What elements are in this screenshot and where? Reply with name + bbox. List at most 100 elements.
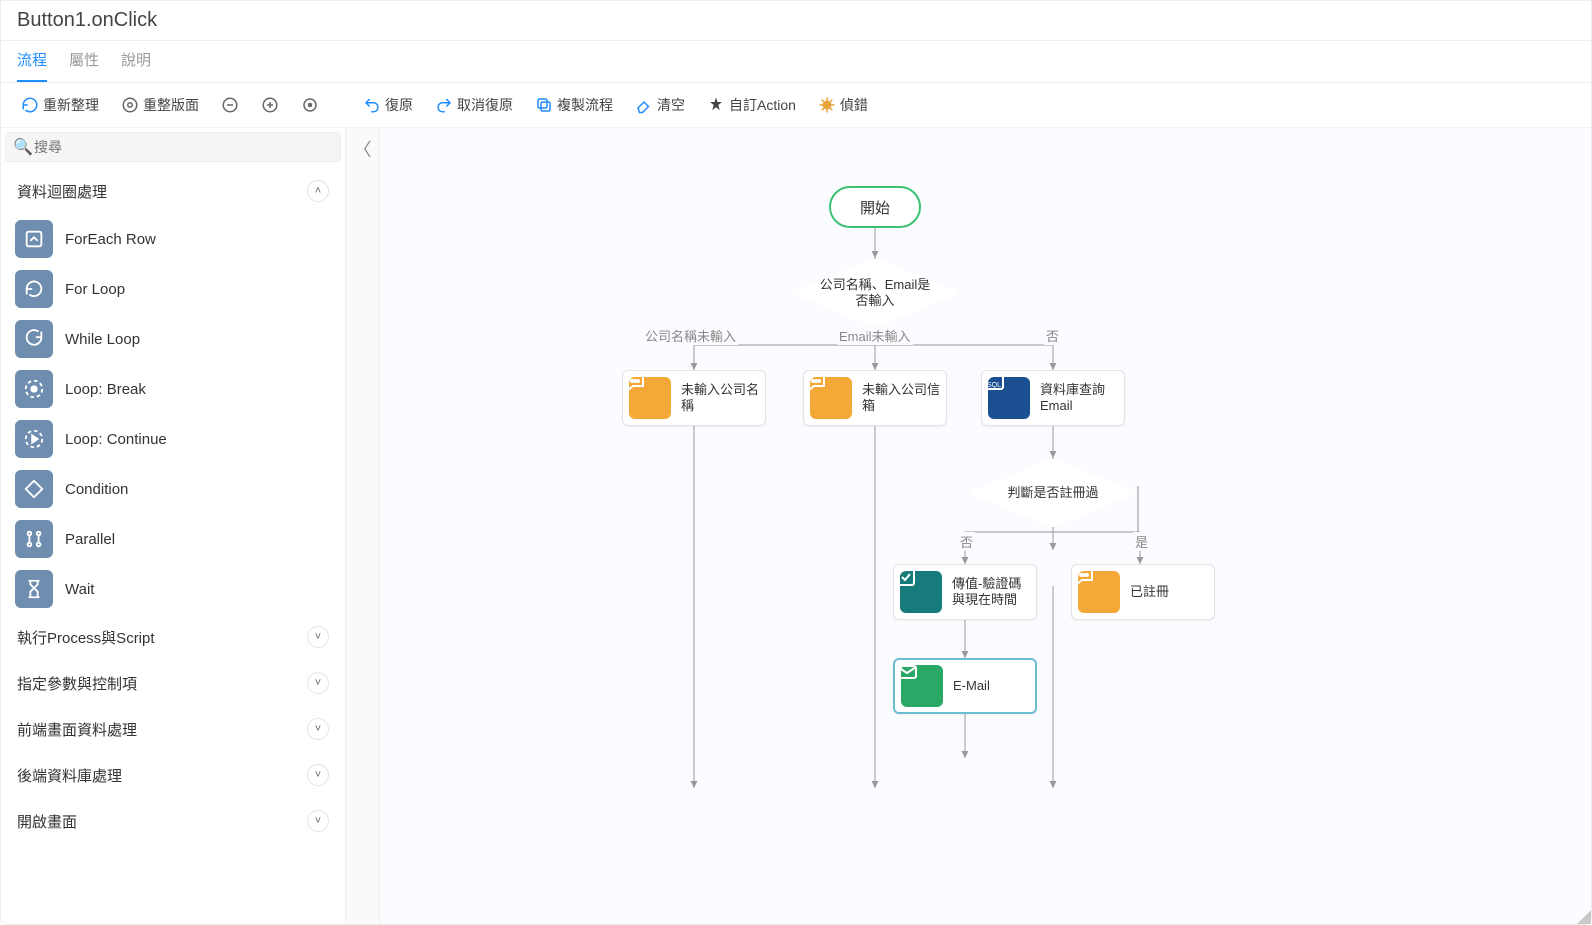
while-icon: [15, 320, 53, 358]
refresh-icon: [21, 96, 39, 114]
toolbar-custom[interactable]: 自訂Action: [701, 93, 802, 117]
tabs-bar: 流程 屬性 說明: [1, 41, 1591, 83]
palette-label: For Loop: [65, 281, 125, 298]
svg-text:SQL: SQL: [987, 382, 1001, 389]
cat-process[interactable]: 執行Process與Script ˅: [11, 614, 335, 660]
flow-email[interactable]: E-Mail: [893, 658, 1037, 714]
toolbar-layout[interactable]: 重整版面: [115, 93, 205, 117]
tab-flow[interactable]: 流程: [17, 49, 47, 82]
toolbar-undo[interactable]: 復原: [357, 93, 419, 117]
cat-loops[interactable]: 資料迴圈處理 ˄: [11, 168, 335, 214]
chevron-down-icon: ˅: [307, 764, 329, 786]
email-icon: [901, 665, 943, 707]
toolbar-debug-label: 偵錯: [840, 95, 868, 115]
condition-icon: [15, 470, 53, 508]
toolbar-refresh-label: 重新整理: [43, 95, 99, 115]
toolbar-redo[interactable]: 取消復原: [429, 93, 519, 117]
palette-label: Loop: Break: [65, 381, 146, 398]
layout-icon: [121, 96, 139, 114]
edge-label: 否: [958, 532, 975, 551]
palette-condition[interactable]: Condition: [11, 464, 335, 514]
palette-forloop[interactable]: For Loop: [11, 264, 335, 314]
palette-search: 🔍: [1, 128, 345, 166]
undo-icon: [363, 96, 381, 114]
toolbar-zoomin[interactable]: [255, 94, 285, 116]
palette-break[interactable]: Loop: Break: [11, 364, 335, 414]
message-icon: [629, 377, 671, 419]
palette-label: Parallel: [65, 531, 115, 548]
flow-db-query[interactable]: SQL 資料庫查詢Email: [981, 370, 1125, 426]
cat-label: 前端畫面資料處理: [17, 719, 137, 740]
palette-label: Wait: [65, 581, 94, 598]
toolbar-refresh[interactable]: 重新整理: [15, 93, 105, 117]
tab-help[interactable]: 說明: [121, 49, 151, 82]
palette-continue[interactable]: Loop: Continue: [11, 414, 335, 464]
forloop-icon: [15, 270, 53, 308]
toolbar-custom-label: 自訂Action: [729, 95, 796, 115]
toolbar-clear[interactable]: 清空: [629, 93, 691, 117]
cat-label: 指定參數與控制項: [17, 673, 137, 694]
parallel-icon: [15, 520, 53, 558]
flow-msg-registered[interactable]: 已註冊: [1071, 564, 1215, 620]
palette-label: While Loop: [65, 331, 140, 348]
star-icon: [707, 96, 725, 114]
sidebar-collapse[interactable]: 〈: [346, 128, 380, 924]
edge-label: 公司名稱未輸入: [643, 326, 738, 345]
palette-list[interactable]: 資料迴圈處理 ˄ ForEach Row For Loop While Loop: [1, 166, 345, 924]
plus-circle-icon: [261, 96, 279, 114]
cat-label: 開啟畫面: [17, 811, 77, 832]
cat-open[interactable]: 開啟畫面 ˅: [11, 798, 335, 844]
cat-front[interactable]: 前端畫面資料處理 ˅: [11, 706, 335, 752]
chevron-down-icon: ˅: [307, 672, 329, 694]
flow-msg-no-name[interactable]: 未輸入公司名稱: [622, 370, 766, 426]
flow-setvalue[interactable]: 傳值-驗證碼與現在時間: [893, 564, 1037, 620]
break-icon: [15, 370, 53, 408]
palette-wait[interactable]: Wait: [11, 564, 335, 614]
palette-foreach[interactable]: ForEach Row: [11, 214, 335, 264]
flow-edges: [380, 128, 1590, 908]
tab-attributes[interactable]: 屬性: [69, 49, 99, 82]
palette-label: Loop: Continue: [65, 431, 167, 448]
palette-label: ForEach Row: [65, 231, 156, 248]
cat-params[interactable]: 指定參數與控制項 ˅: [11, 660, 335, 706]
minus-circle-icon: [221, 96, 239, 114]
redo-icon: [435, 96, 453, 114]
chevron-down-icon: ˅: [307, 810, 329, 832]
toolbar-layout-label: 重整版面: [143, 95, 199, 115]
main-area: 🔍 資料迴圈處理 ˄ ForEach Row For Loop: [1, 128, 1591, 924]
foreach-icon: [15, 220, 53, 258]
cat-label: 資料迴圈處理: [17, 181, 107, 202]
chevron-up-icon: ˄: [307, 180, 329, 202]
page-title: Button1.onClick: [1, 1, 1591, 41]
target-icon: [301, 96, 319, 114]
wait-icon: [15, 570, 53, 608]
flow-canvas[interactable]: 開始 公司名稱、Email是否輸入 公司名稱未輸入 Email未輸入 否 未輸入…: [380, 128, 1591, 924]
toolbar-copy[interactable]: 複製流程: [529, 93, 619, 117]
chevron-down-icon: ˅: [307, 718, 329, 740]
app-window: Button1.onClick 流程 屬性 說明 重新整理 重整版面 復原: [0, 0, 1592, 925]
edge-label: 是: [1133, 532, 1150, 551]
continue-icon: [15, 420, 53, 458]
palette-sidebar: 🔍 資料迴圈處理 ˄ ForEach Row For Loop: [1, 128, 346, 924]
toolbar-clear-label: 清空: [657, 95, 685, 115]
cat-label: 執行Process與Script: [17, 627, 155, 648]
toolbar-copy-label: 複製流程: [557, 95, 613, 115]
flow-msg-no-email[interactable]: 未輸入公司信箱: [803, 370, 947, 426]
cat-back[interactable]: 後端資料庫處理 ˅: [11, 752, 335, 798]
toolbar-debug[interactable]: 偵錯: [812, 93, 874, 117]
message-icon: [1078, 571, 1120, 613]
toolbar-zoomout[interactable]: [215, 94, 245, 116]
palette-label: Condition: [65, 481, 128, 498]
palette-parallel[interactable]: Parallel: [11, 514, 335, 564]
toolbar: 重新整理 重整版面 復原 取消復原 複製流程 清空: [1, 83, 1591, 128]
chevron-left-icon: 〈: [354, 136, 372, 162]
search-input[interactable]: [5, 132, 341, 162]
palette-while[interactable]: While Loop: [11, 314, 335, 364]
eraser-icon: [635, 96, 653, 114]
resize-handle[interactable]: [1577, 910, 1591, 924]
toolbar-target[interactable]: [295, 94, 325, 116]
copy-icon: [535, 96, 553, 114]
toolbar-redo-label: 取消復原: [457, 95, 513, 115]
flow-start[interactable]: 開始: [829, 186, 921, 228]
cat-label: 後端資料庫處理: [17, 765, 122, 786]
